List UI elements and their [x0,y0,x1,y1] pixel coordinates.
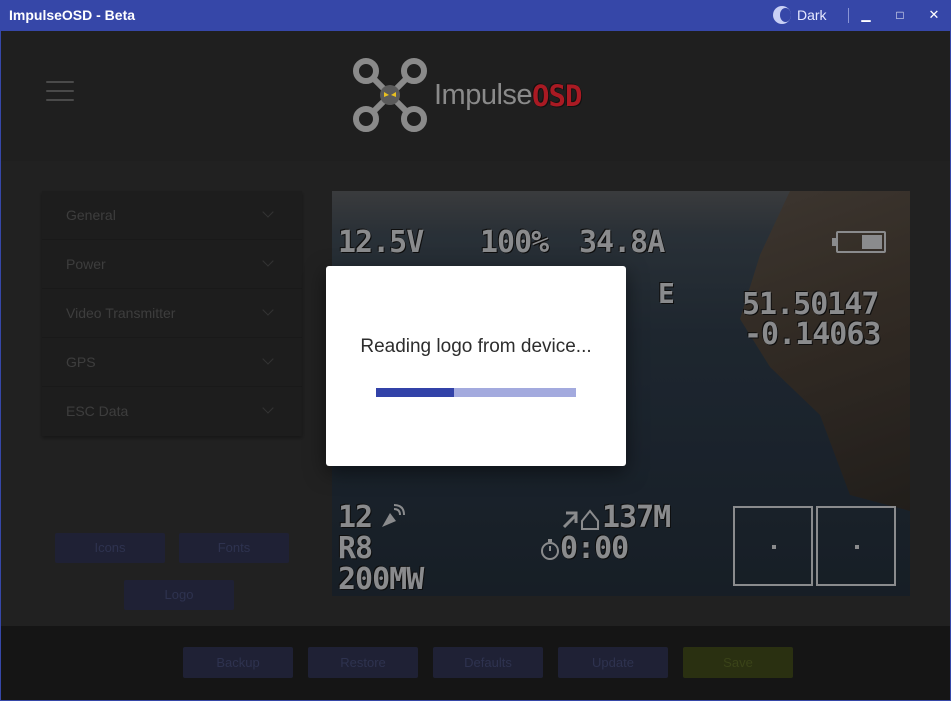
dialog-message: Reading logo from device... [360,336,592,357]
progress-bar [376,388,576,397]
loading-dialog: Reading logo from device... [326,266,626,466]
theme-moon-icon [773,6,791,24]
theme-toggle[interactable]: Dark [773,6,827,24]
minimize-button[interactable]: ▁ [855,4,877,26]
titlebar-divider [848,8,849,23]
window-title: ImpulseOSD - Beta [9,7,136,23]
title-bar: ImpulseOSD - Beta Dark ▁ □ ✕ [0,0,951,31]
theme-label: Dark [797,7,827,23]
progress-fill [376,388,454,397]
close-button[interactable]: ✕ [923,4,945,26]
maximize-button[interactable]: □ [889,4,911,26]
